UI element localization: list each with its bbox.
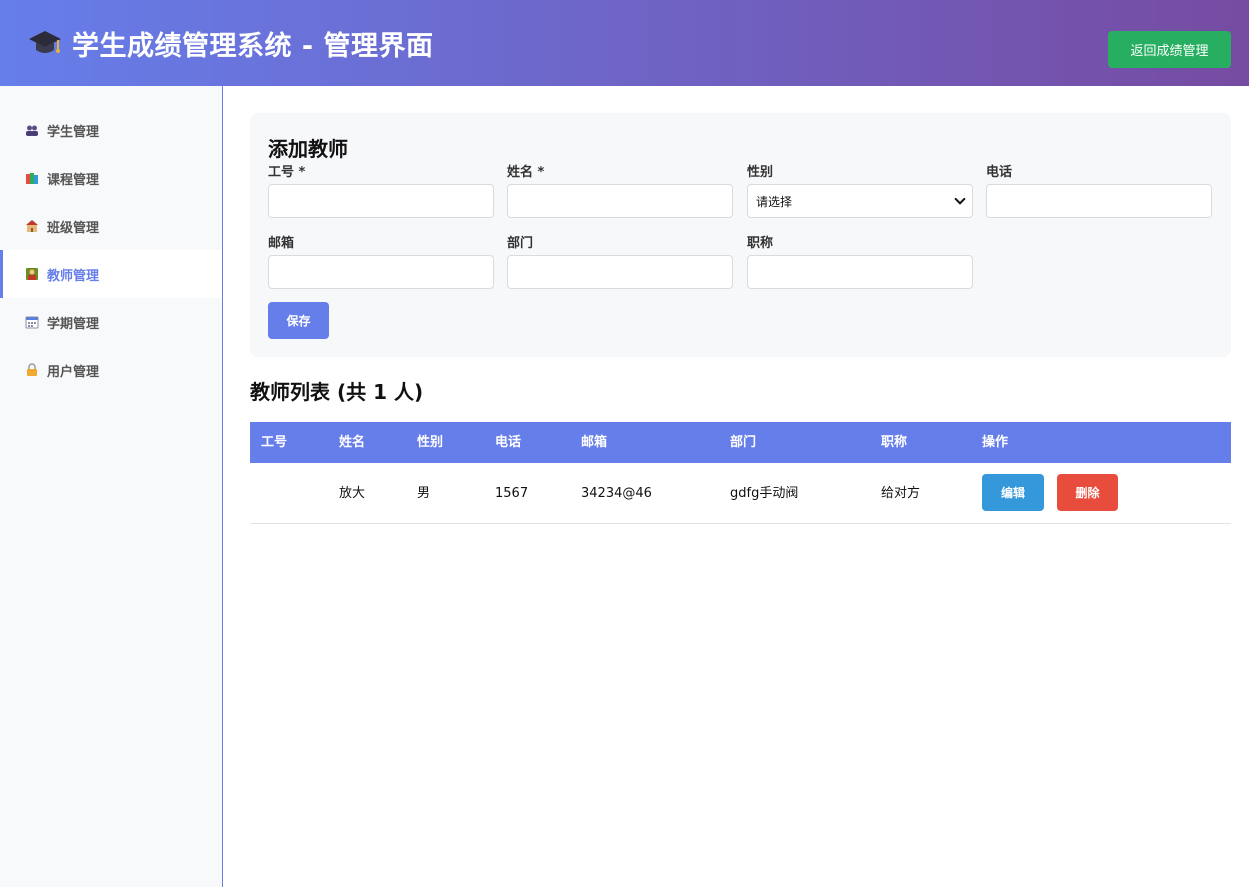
cell-rank: 给对方: [881, 486, 921, 501]
table-header: 工号 姓名 性别 电话 邮箱 部门 职称 操作: [250, 422, 1231, 463]
graduation-cap-icon: [29, 31, 61, 53]
school-icon: [26, 220, 38, 232]
teacher-name-input[interactable]: [507, 184, 733, 218]
add-teacher-form: 添加教师 工号 * 姓名 * 性别 请选择 电话 邮箱 部门 职称 保存: [250, 113, 1231, 357]
gender-select-value: 请选择: [756, 194, 793, 209]
column-header: 操作: [982, 435, 1009, 450]
name-label: 姓名 *: [507, 165, 545, 180]
delete-button[interactable]: 删除: [1057, 474, 1118, 511]
teacher-icon: [26, 268, 38, 280]
sidebar-item-students[interactable]: 学生管理: [0, 106, 222, 154]
cell-name: 放大: [339, 486, 366, 501]
column-header: 邮箱: [581, 435, 608, 450]
sidebar-item-label: 教师管理: [47, 268, 100, 284]
save-button[interactable]: 保存: [268, 302, 329, 339]
page-title: 学生成绩管理系统 - 管理界面: [72, 31, 434, 62]
edit-button[interactable]: 编辑: [982, 474, 1044, 511]
sidebar-item-label: 学生管理: [47, 124, 100, 140]
cell-email: 34234@46: [581, 486, 652, 501]
sidebar: 学生管理 课程管理 班级管理 教师管理 学期管理 用户管理: [0, 86, 223, 887]
gender-label: 性别: [747, 165, 774, 180]
form-title: 添加教师: [268, 137, 348, 161]
cell-gender: 男: [417, 486, 431, 501]
email-input[interactable]: [268, 255, 494, 289]
sidebar-item-label: 班级管理: [47, 220, 100, 236]
column-header: 职称: [881, 435, 908, 450]
column-header: 电话: [495, 435, 522, 450]
sidebar-item-classes[interactable]: 班级管理: [0, 202, 222, 250]
sidebar-item-users[interactable]: 用户管理: [0, 346, 222, 394]
cell-dept: gdfg手动阀: [730, 486, 799, 501]
sidebar-item-label: 学期管理: [47, 316, 100, 332]
dept-label: 部门: [507, 236, 534, 251]
lock-icon: [27, 363, 37, 376]
users-icon: [26, 125, 38, 136]
teacher-id-input[interactable]: [268, 184, 494, 218]
title-rank-input[interactable]: [747, 255, 973, 289]
column-header: 性别: [417, 435, 444, 450]
books-icon: [26, 173, 38, 184]
app-header: 学生成绩管理系统 - 管理界面 返回成绩管理: [0, 0, 1249, 86]
gender-select[interactable]: 请选择: [747, 184, 973, 218]
chevron-down-icon: [954, 193, 966, 205]
email-label: 邮箱: [268, 236, 295, 251]
back-to-grades-button[interactable]: 返回成绩管理: [1108, 31, 1231, 68]
phone-label: 电话: [986, 165, 1013, 180]
column-header: 姓名: [339, 435, 366, 450]
column-header: 工号: [261, 435, 288, 450]
sidebar-item-label: 课程管理: [47, 172, 100, 188]
sidebar-item-label: 用户管理: [47, 364, 100, 380]
cell-phone: 1567: [495, 486, 529, 501]
sidebar-item-courses[interactable]: 课程管理: [0, 154, 222, 202]
sidebar-item-teachers[interactable]: 教师管理: [0, 250, 222, 298]
table-row: 放大 男 1567 34234@46 gdfg手动阀 给对方 编辑 删除: [250, 463, 1231, 524]
calendar-icon: [25, 316, 39, 329]
sidebar-item-semesters[interactable]: 学期管理: [0, 298, 222, 346]
department-input[interactable]: [507, 255, 733, 289]
phone-input[interactable]: [986, 184, 1212, 218]
teacher-list-title: 教师列表 (共 1 人): [250, 380, 424, 404]
rank-label: 职称: [747, 236, 774, 251]
id-label: 工号 *: [268, 165, 306, 180]
column-header: 部门: [730, 435, 757, 450]
